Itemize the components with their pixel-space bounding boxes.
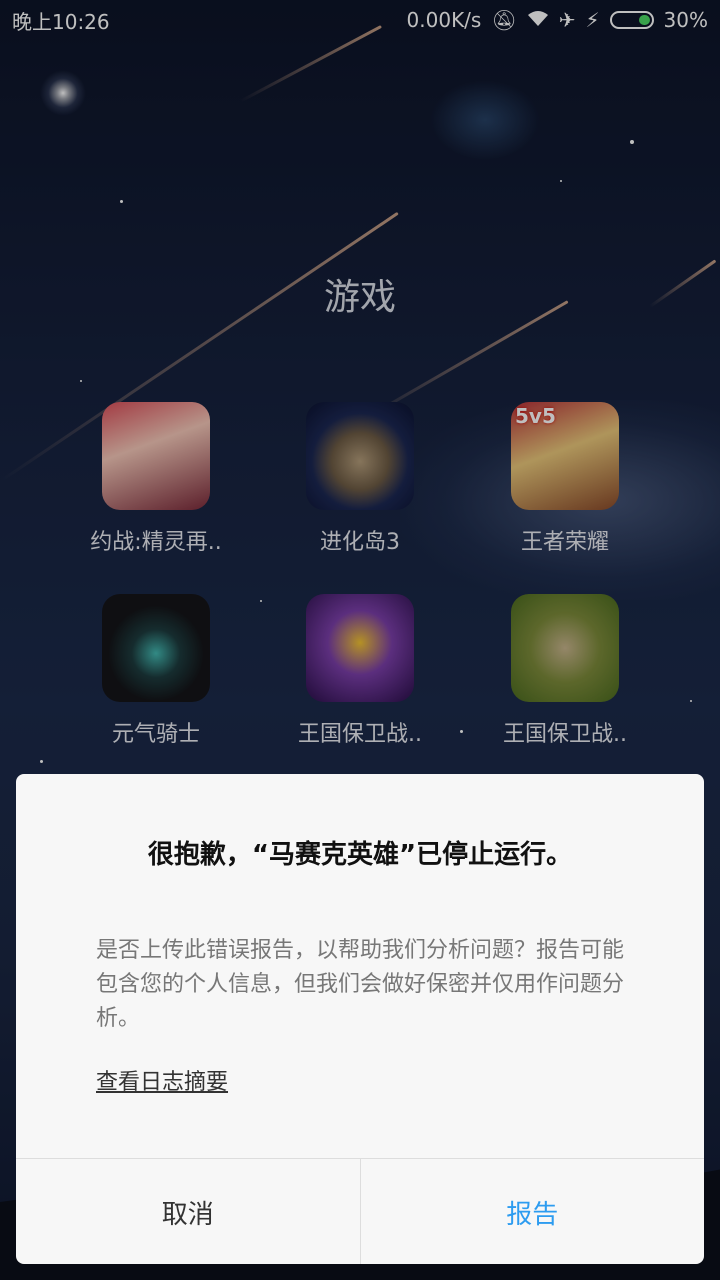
report-button[interactable]: 报告	[361, 1159, 705, 1264]
dialog-button-bar: 取消 报告	[16, 1158, 704, 1264]
home-screen: 晚上10:26 0.00K/s 🔕︎ ✈ ⚡ 30% 游戏 约战:精灵再.. 进…	[0, 0, 720, 1280]
view-log-summary-link[interactable]: 查看日志摘要	[96, 1064, 228, 1096]
dialog-message: 是否上传此错误报告，以帮助我们分析问题？报告可能包含您的个人信息，但我们会做好保…	[96, 938, 625, 1031]
cancel-button[interactable]: 取消	[16, 1159, 361, 1264]
dialog-title: 很抱歉，“马赛克英雄”已停止运行。	[147, 840, 573, 870]
crash-dialog: 很抱歉，“马赛克英雄”已停止运行。 是否上传此错误报告，以帮助我们分析问题？报告…	[16, 774, 704, 1264]
